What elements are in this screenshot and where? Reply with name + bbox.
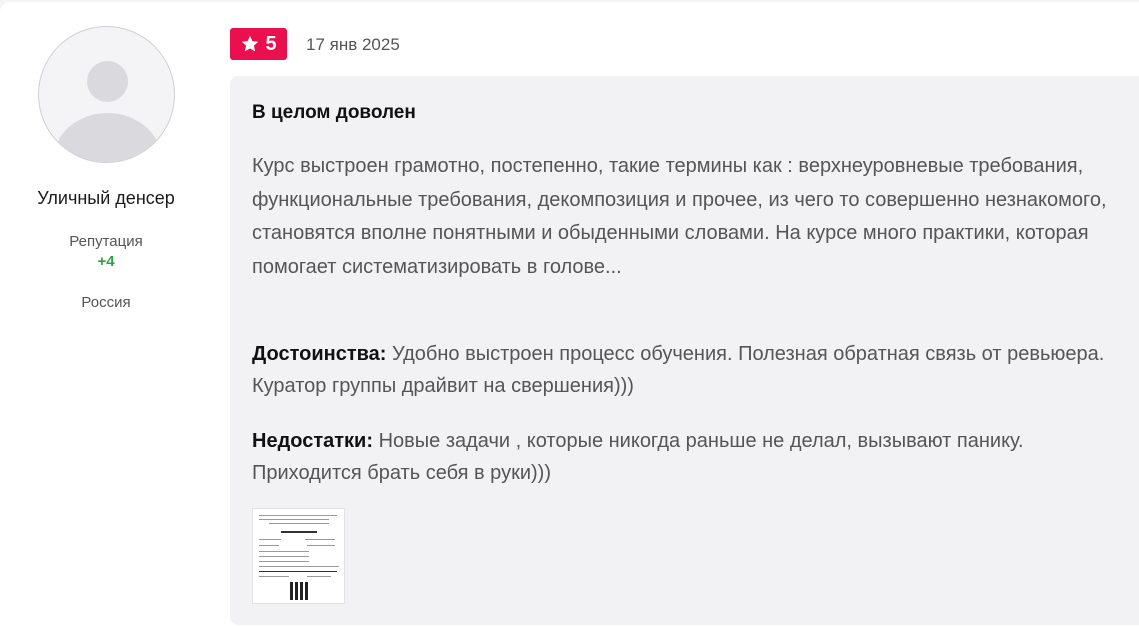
review-text: Курс выстроен грамотно, постепенно, таки… (252, 155, 1107, 278)
pros-label: Достоинства: (252, 343, 387, 365)
avatar-placeholder-body (53, 113, 162, 162)
review-pros: Достоинства: Удобно выстроен процесс обу… (252, 338, 1112, 402)
review-card: Уличный денсер Репутация +4 Россия 5 17 … (0, 2, 1139, 627)
attachment-thumbnail[interactable] (252, 508, 345, 604)
rating-badge: 5 (230, 28, 287, 60)
review-cons: Недостатки: Новые задачи , которые никог… (252, 425, 1112, 489)
review-body: В целом доволен Курс выстроен грамотно, … (230, 76, 1139, 625)
rating-value: 5 (265, 32, 277, 55)
review-title: В целом доволен (252, 102, 416, 123)
star-icon (242, 35, 259, 52)
cons-label: Недостатки: (252, 430, 374, 452)
avatar-placeholder-head (87, 61, 128, 102)
reputation-label: Репутация (69, 233, 143, 250)
qr-code-icon (290, 582, 308, 600)
review-date: 17 янв 2025 (306, 35, 400, 54)
reputation-value: +4 (97, 253, 115, 270)
avatar[interactable] (38, 26, 175, 163)
author-name[interactable]: Уличный денсер (0, 188, 212, 209)
author-country: Россия (81, 294, 131, 311)
